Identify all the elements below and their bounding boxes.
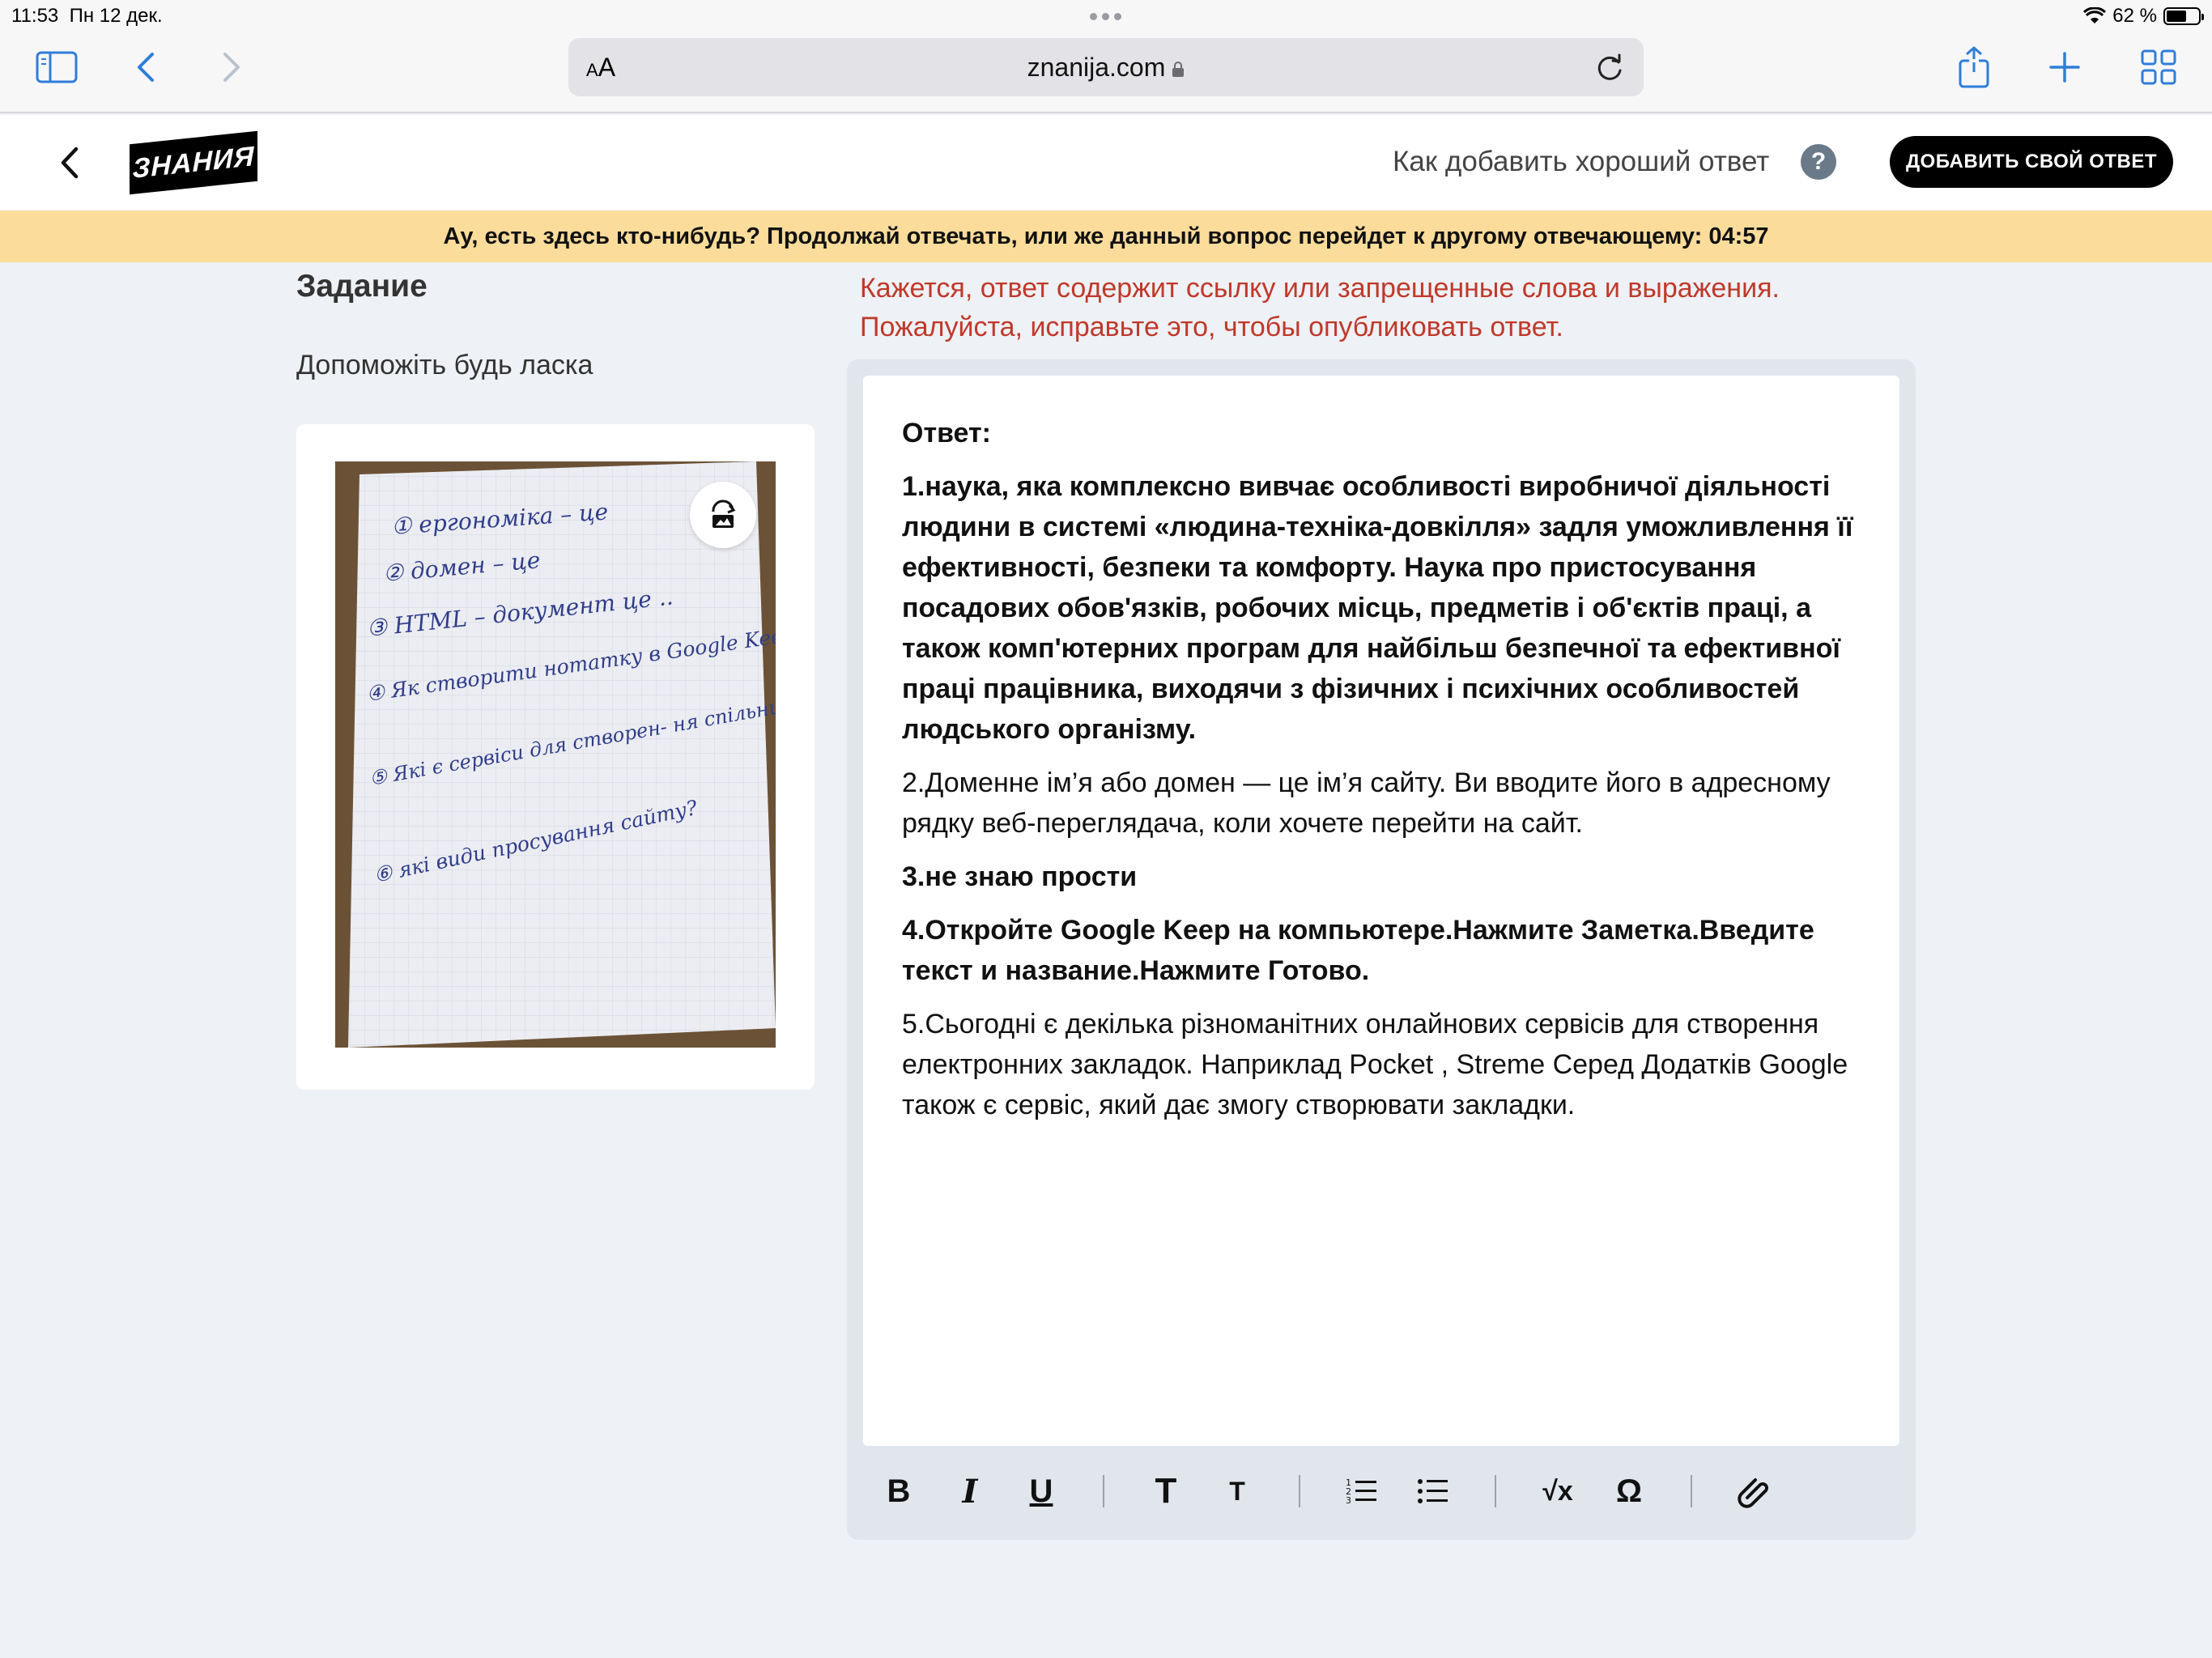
- answer-editor[interactable]: Ответ: 1.наука, яка комплексно вивчає ос…: [863, 376, 1899, 1446]
- sqrt-formula-button[interactable]: √x: [1522, 1467, 1593, 1516]
- tabs-overview-icon[interactable]: [2134, 45, 2183, 89]
- underline-button[interactable]: U: [1006, 1467, 1077, 1516]
- address-bar[interactable]: AЗНАНИЯA znanija.com: [568, 38, 1644, 96]
- lock-icon: [1172, 61, 1185, 77]
- status-time: 11:53 Пн 12 дек.: [11, 5, 163, 27]
- error-message: Кажется, ответ содержит ссылку или запре…: [860, 273, 1780, 342]
- browser-chrome: 11:53 Пн 12 дек. 62 % AЗНАНИЯA znanija.c…: [0, 0, 2212, 113]
- wifi-icon: [2083, 7, 2107, 23]
- small-title-button[interactable]: T: [1202, 1467, 1273, 1516]
- editor-toolbar: B I U T T 123 √x Ω: [863, 1459, 1899, 1524]
- answer-paragraph-2: 2.Доменне ім’я або домен — це ім’я сайту…: [902, 767, 1831, 839]
- help-icon[interactable]: ?: [1801, 144, 1836, 180]
- answer-paragraph-4: 4.Откройте Google Keep на компьютере.Наж…: [902, 915, 1814, 986]
- svg-text:3: 3: [1346, 1495, 1351, 1506]
- answer-paragraph-1: 1.наука, яка комплексно вивчає особливос…: [902, 471, 1853, 745]
- large-title-button[interactable]: T: [1130, 1467, 1202, 1516]
- task-title: Задание: [296, 269, 428, 304]
- back-icon[interactable]: [121, 45, 170, 89]
- new-tab-icon[interactable]: [2040, 45, 2089, 89]
- toolbar-divider: [1495, 1475, 1496, 1507]
- toolbar-divider: [1299, 1475, 1300, 1507]
- answer-paragraph-5: 5.Сьогодні є декілька різноманітних онла…: [902, 1009, 1848, 1120]
- url-text[interactable]: znanija.com: [568, 53, 1644, 83]
- share-icon[interactable]: [1950, 45, 1998, 89]
- site-header: ЗНАНИЯ Как добавить хороший ответ ? ДОБА…: [0, 115, 2212, 210]
- special-symbol-button[interactable]: Ω: [1593, 1467, 1665, 1516]
- bullet-list-icon[interactable]: [1397, 1467, 1469, 1516]
- task-photo[interactable]: ① ергономіка – це ② домен – це ③ HTML – …: [335, 461, 776, 1048]
- answer-heading: Ответ:: [902, 418, 991, 449]
- italic-button[interactable]: I: [934, 1467, 1006, 1516]
- add-answer-button[interactable]: ДОБАВИТЬ СВОЙ ОТВЕТ: [1890, 136, 2173, 188]
- how-to-answer-link[interactable]: Как добавить хороший ответ: [1393, 146, 1769, 178]
- task-text: Допоможіть будь ласка: [296, 350, 593, 380]
- toolbar-divider: [1103, 1475, 1104, 1507]
- inactivity-banner: Ау, есть здесь кто-нибудь? Продолжай отв…: [0, 210, 2212, 262]
- back-arrow-icon[interactable]: [57, 144, 84, 181]
- status-right: 62 %: [2083, 5, 2204, 28]
- battery-icon: [2163, 7, 2204, 25]
- attach-icon[interactable]: [1718, 1467, 1789, 1516]
- battery-percent: 62 %: [2112, 5, 2157, 27]
- rotate-image-icon[interactable]: [690, 482, 756, 548]
- answer-editor-frame: Ответ: 1.наука, яка комплексно вивчає ос…: [847, 359, 1916, 1540]
- forward-icon[interactable]: [207, 45, 256, 89]
- ordered-list-icon[interactable]: 123: [1326, 1467, 1397, 1516]
- multitask-dots[interactable]: [1090, 13, 1121, 20]
- site-logo[interactable]: ЗНАНИЯ: [130, 130, 257, 195]
- sidebar-icon[interactable]: [32, 45, 81, 89]
- bold-button[interactable]: B: [863, 1467, 934, 1516]
- toolbar-divider: [1691, 1475, 1692, 1507]
- answer-paragraph-3: 3.не знаю прости: [902, 861, 1138, 892]
- reload-icon[interactable]: [1593, 51, 1626, 83]
